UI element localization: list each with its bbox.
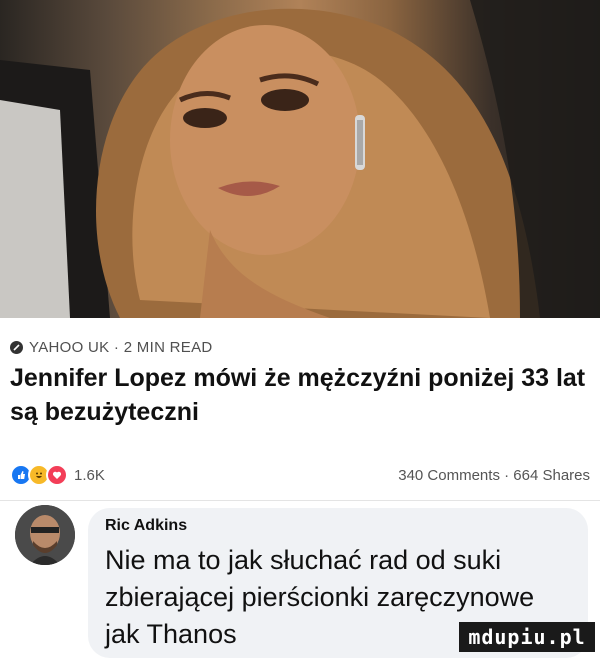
- portrait-illustration: [0, 0, 600, 318]
- post-headline[interactable]: Jennifer Lopez mówi że mężczyźni poniżej…: [10, 361, 590, 429]
- love-icon: [46, 464, 68, 486]
- engagement-stats: 1.6K 340 Comments · 664 Shares: [10, 462, 590, 488]
- comments-shares[interactable]: 340 Comments · 664 Shares: [398, 467, 590, 484]
- source-line: YAHOO UK · 2 MIN READ: [10, 339, 213, 356]
- globe-icon: [10, 341, 23, 354]
- post-image[interactable]: [0, 0, 600, 318]
- watermark-logo: mdupiu.pl: [459, 622, 595, 652]
- avatar[interactable]: [15, 505, 75, 565]
- divider: [0, 500, 600, 501]
- source-text: YAHOO UK · 2 MIN READ: [29, 339, 213, 356]
- reactions-summary[interactable]: 1.6K: [10, 464, 105, 486]
- commenter-name[interactable]: Ric Adkins: [105, 517, 187, 535]
- reactions-count: 1.6K: [74, 466, 105, 484]
